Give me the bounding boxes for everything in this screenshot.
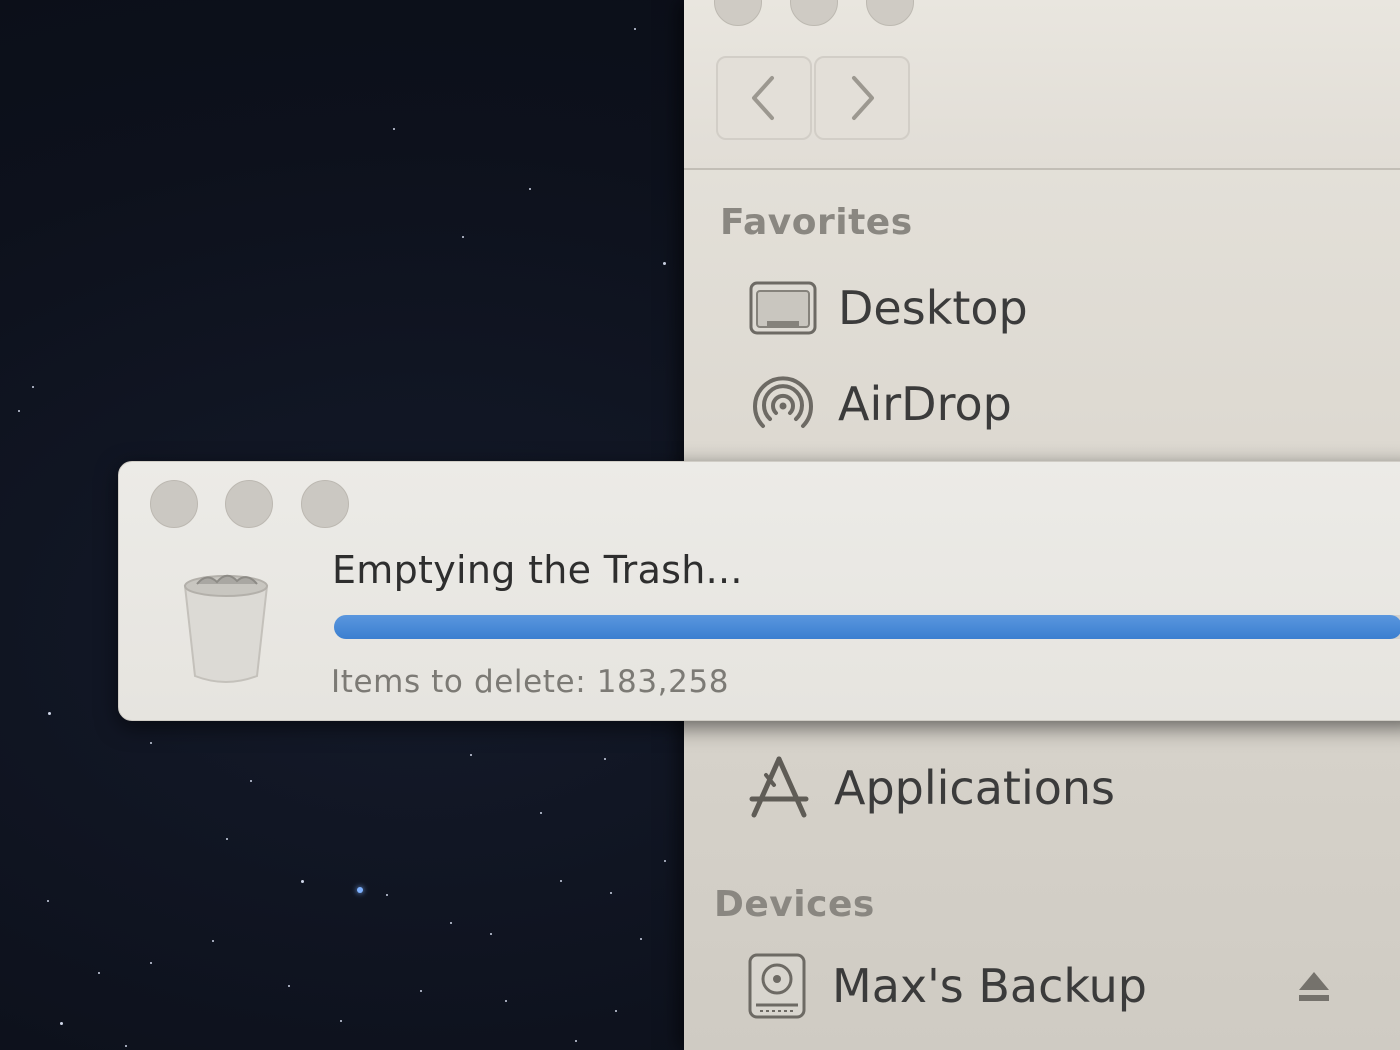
star: [98, 972, 100, 974]
sidebar-item-applications[interactable]: Applications: [744, 756, 1115, 818]
star: [560, 880, 562, 882]
star: [604, 758, 606, 760]
sidebar-item-label: Max's Backup: [832, 959, 1147, 1013]
star: [634, 28, 636, 30]
sidebar-item-max-backup[interactable]: Max's Backup: [742, 953, 1147, 1019]
star: [250, 780, 252, 782]
star: [301, 880, 304, 883]
favorites-heading: Favorites: [720, 202, 913, 243]
empty-trash-dialog: Emptying the Trash... Items to delete: 1…: [118, 461, 1400, 721]
eject-icon[interactable]: [1296, 968, 1332, 1004]
devices-heading: Devices: [714, 884, 875, 925]
star: [386, 894, 388, 896]
items-to-delete-status: Items to delete: 183,258: [331, 664, 730, 700]
trash-icon: [183, 574, 269, 683]
star: [60, 1022, 63, 1025]
sidebar-item-airdrop[interactable]: AirDrop: [748, 374, 1012, 434]
sidebar-item-desktop[interactable]: Desktop: [748, 278, 1028, 338]
star: [540, 812, 542, 814]
zoom-button[interactable]: [866, 0, 914, 26]
star: [150, 742, 152, 744]
star: [663, 262, 666, 265]
sidebar-item-label: Applications: [834, 761, 1115, 815]
chevron-left-icon: [752, 76, 774, 120]
star: [615, 1010, 617, 1012]
star: [470, 754, 472, 756]
star: [150, 962, 152, 964]
sidebar-item-label: Desktop: [838, 281, 1028, 335]
star: [575, 1040, 577, 1042]
star: [505, 1000, 507, 1002]
star: [48, 712, 51, 715]
dialog-close-button[interactable]: [150, 480, 198, 528]
star: [18, 410, 20, 412]
star: [610, 892, 612, 894]
dialog-minimize-button[interactable]: [225, 480, 273, 528]
dialog-title: Emptying the Trash...: [332, 548, 743, 592]
star: [462, 236, 464, 238]
star: [490, 933, 492, 935]
chevron-right-icon: [852, 76, 874, 120]
desktop-icon: [748, 278, 818, 338]
star: [125, 1045, 127, 1047]
star: [32, 386, 34, 388]
progress-bar: [334, 615, 1400, 639]
sidebar-item-label: AirDrop: [838, 377, 1012, 431]
star: [529, 188, 531, 190]
star: [450, 922, 452, 924]
star: [664, 860, 666, 862]
forward-button[interactable]: [814, 56, 910, 140]
airdrop-icon: [748, 374, 818, 434]
star: [212, 940, 214, 942]
progress-fill: [334, 615, 1400, 639]
finder-toolbar: [684, 0, 1400, 170]
minimize-button[interactable]: [790, 0, 838, 26]
applications-icon: [744, 756, 814, 818]
star: [640, 938, 642, 940]
star: [420, 990, 422, 992]
star: [226, 838, 228, 840]
dialog-zoom-button[interactable]: [301, 480, 349, 528]
drive-icon: [742, 953, 812, 1019]
star: [393, 128, 395, 130]
close-button[interactable]: [714, 0, 762, 26]
star: [357, 887, 363, 893]
back-button[interactable]: [716, 56, 812, 140]
star: [340, 1020, 342, 1022]
star: [47, 900, 49, 902]
star: [288, 985, 290, 987]
